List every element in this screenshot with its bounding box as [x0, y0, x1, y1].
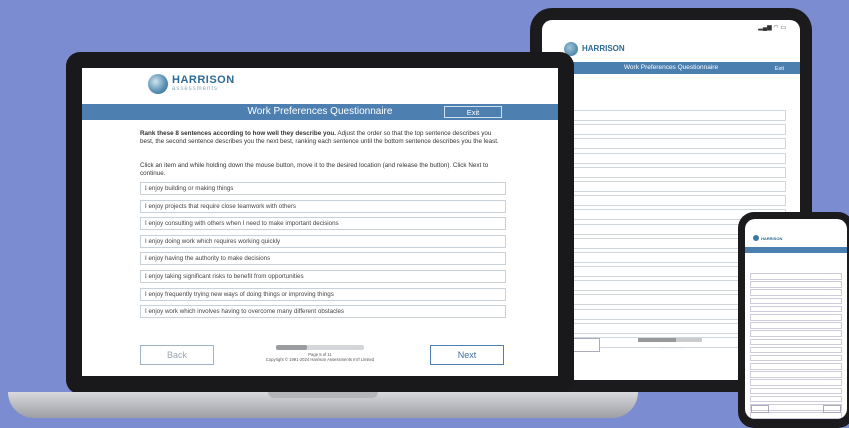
brand-name: HARRISON — [172, 74, 235, 86]
phone-list-item[interactable] — [750, 363, 842, 370]
phone-list-item[interactable] — [750, 322, 842, 329]
instructions-bold: Rank these 8 sentences according to how … — [140, 130, 336, 137]
tablet-list-item[interactable] — [560, 110, 786, 121]
list-item[interactable]: I enjoy having the authority to make dec… — [140, 252, 506, 266]
list-item[interactable]: I enjoy projects that require close team… — [140, 199, 506, 213]
tablet-list-item[interactable] — [560, 138, 786, 150]
list-item[interactable]: I enjoy frequently trying new ways of do… — [140, 287, 506, 301]
tablet-logo: HARRISON — [564, 42, 625, 56]
phone-screen: HARRISON — [745, 219, 847, 419]
tablet-list-item[interactable] — [560, 152, 786, 164]
phone-header-bar — [745, 247, 847, 253]
phone-list-item[interactable] — [750, 354, 842, 362]
tablet-list-item[interactable] — [560, 180, 786, 192]
phone-list-item[interactable] — [750, 289, 842, 296]
laptop-screen: HARRISON assessments Work Preferences Qu… — [82, 68, 558, 376]
instructions: Rank these 8 sentences according to how … — [140, 130, 506, 147]
phone-brand: HARRISON — [761, 235, 783, 241]
header-bar: Work Preferences Questionnaire Exit — [82, 104, 558, 120]
instructions-drag: Click an item and while holding down the… — [140, 162, 489, 178]
phone-list-item[interactable] — [750, 305, 842, 313]
phone-item-list — [750, 273, 842, 419]
back-button[interactable]: Back — [140, 345, 214, 365]
tablet-title: Work Preferences Questionnaire — [623, 64, 719, 71]
copyright: Copyright © 1991-2024 Harrison Assessmen… — [265, 357, 375, 362]
next-button[interactable]: Next — [430, 345, 504, 365]
laptop-base-notch — [268, 392, 378, 398]
phone-list-item[interactable] — [750, 297, 842, 305]
phone-list-item[interactable] — [750, 338, 842, 346]
list-item[interactable]: I enjoy work which involves having to ov… — [140, 305, 506, 319]
phone-back-button[interactable] — [751, 405, 769, 413]
phone-logo: HARRISON — [753, 235, 782, 241]
phone-list-item[interactable] — [750, 387, 842, 395]
tablet-list-item[interactable] — [560, 166, 786, 178]
tablet-brand: HARRISON — [582, 44, 625, 53]
phone-list-item[interactable] — [750, 395, 842, 403]
list-item[interactable]: I enjoy consulting with others when I ne… — [140, 217, 506, 231]
phone-list-item[interactable] — [750, 371, 842, 378]
tablet-header-bar: Work Preferences Questionnaire Exit — [542, 62, 800, 74]
phone-list-item[interactable] — [750, 379, 842, 387]
phone-list-item[interactable] — [750, 313, 842, 321]
harrison-logo-icon — [753, 235, 759, 241]
list-item[interactable]: I enjoy taking significant risks to bene… — [140, 269, 506, 283]
phone-next-button[interactable] — [823, 405, 841, 413]
phone-list-item[interactable] — [750, 281, 842, 288]
progress-bar-fill — [276, 345, 307, 350]
tablet-exit-button[interactable]: Exit — [775, 63, 784, 75]
page-info: Page 5 of 11 Copyright © 1991-2024 Harri… — [246, 352, 394, 362]
tablet-footer: · · · · · · · · · · · · · — [659, 346, 683, 350]
phone-list-item[interactable] — [750, 412, 842, 419]
logo: HARRISON assessments — [148, 74, 235, 94]
phone-list-item[interactable] — [750, 346, 842, 354]
exit-button[interactable]: Exit — [444, 106, 502, 118]
tablet-list-item[interactable] — [560, 124, 786, 136]
tablet-progress-bar — [638, 338, 702, 342]
tablet-status-icons: ▂▄▆ ◠ ▭ — [758, 25, 786, 31]
progress-bar — [276, 345, 364, 350]
harrison-logo-icon — [148, 74, 168, 94]
list-item[interactable]: I enjoy building or making things — [140, 182, 506, 195]
phone-list-item[interactable] — [750, 273, 842, 280]
list-item[interactable]: I enjoy doing work which requires workin… — [140, 234, 506, 248]
brand-subtitle: assessments — [172, 86, 219, 92]
tablet-list-item[interactable] — [560, 195, 786, 207]
ranking-list: I enjoy building or making things I enjo… — [140, 182, 506, 323]
phone-list-item[interactable] — [750, 330, 842, 337]
